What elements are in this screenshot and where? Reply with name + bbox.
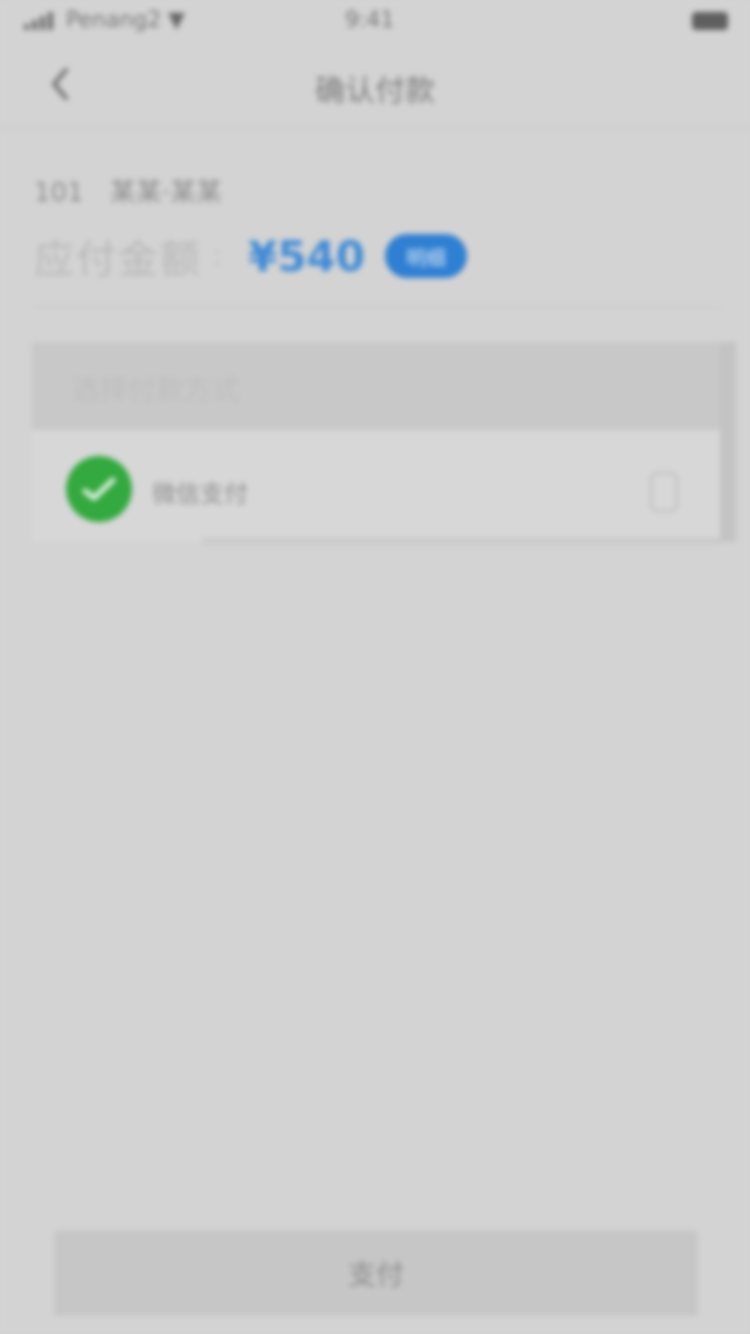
payment-option-wechat[interactable]: 微信支付 (32, 446, 720, 534)
amount-value: ¥540 (248, 231, 366, 281)
page-title: 确认付款 (315, 74, 435, 109)
wechat-pay-icon (66, 456, 132, 522)
status-bar: Penang2 ▼ 9:41 (0, 0, 750, 44)
order-info: 101 某某·某某 (34, 172, 222, 209)
wechat-check-icon (82, 477, 116, 501)
amount-divider (34, 306, 720, 308)
payment-screen: Penang2 ▼ 9:41 确认付款 101 某某·某某 应付金额 : ¥54… (0, 0, 750, 1334)
pay-button[interactable]: 支付 (54, 1230, 698, 1316)
amount-label: 应付金额 (34, 237, 202, 283)
payment-method-title: 选择付款方式 (72, 373, 241, 406)
payment-method-header: 选择付款方式 (32, 342, 720, 430)
navigation-bar: 确认付款 (0, 44, 750, 128)
payment-method-panel: 选择付款方式 微信支付 (32, 342, 720, 544)
panel-scrollbar[interactable] (720, 342, 736, 542)
carrier-name: Penang2 (66, 8, 162, 33)
nav-divider (0, 127, 750, 129)
room-number: 101 (34, 178, 84, 208)
amount-detail-badge[interactable]: 明细 (385, 234, 468, 278)
amount-row: 应付金额 : ¥540 明细 (34, 226, 468, 286)
signal-icon (24, 12, 53, 30)
payment-option-radio[interactable] (650, 472, 678, 512)
panel-bottom-divider (202, 538, 720, 544)
battery-icon (692, 12, 728, 30)
wifi-icon: ▼ (168, 8, 185, 33)
payment-option-label: 微信支付 (152, 480, 248, 508)
order-detail: 某某·某某 (109, 178, 223, 208)
status-time: 9:41 (345, 8, 395, 33)
amount-separator: : (212, 238, 223, 274)
